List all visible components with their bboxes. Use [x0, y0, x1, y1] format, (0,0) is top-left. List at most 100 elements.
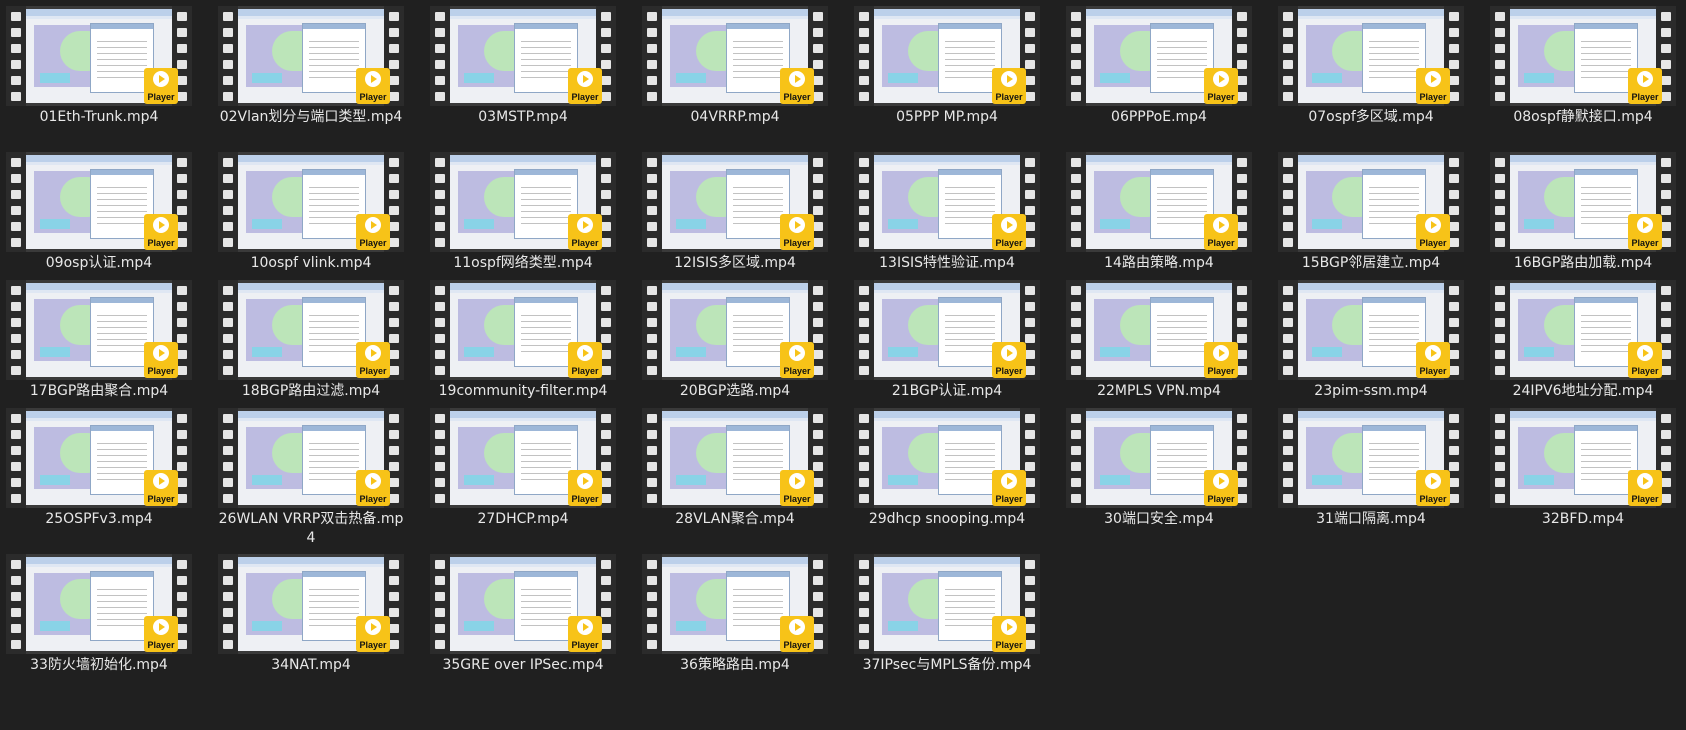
file-item[interactable]: Player 34NAT.mp4: [216, 554, 406, 675]
video-thumbnail[interactable]: Player: [218, 280, 404, 380]
video-thumbnail[interactable]: Player: [1490, 6, 1676, 106]
file-name[interactable]: 11ospf网络类型.mp4: [428, 254, 618, 273]
file-item[interactable]: Player 19community-filter.mp4: [428, 280, 618, 401]
file-name[interactable]: 01Eth-Trunk.mp4: [4, 108, 194, 127]
file-name[interactable]: 32BFD.mp4: [1488, 510, 1678, 529]
file-name[interactable]: 28VLAN聚合.mp4: [640, 510, 830, 529]
file-name[interactable]: 08ospf静默接口.mp4: [1488, 108, 1678, 127]
file-item[interactable]: Player 02Vlan划分与端口类型.mp4: [216, 6, 406, 127]
video-thumbnail[interactable]: Player: [1490, 152, 1676, 252]
file-name[interactable]: 25OSPFv3.mp4: [4, 510, 194, 529]
file-name[interactable]: 30端口安全.mp4: [1064, 510, 1254, 529]
video-thumbnail[interactable]: Player: [1066, 152, 1252, 252]
video-thumbnail[interactable]: Player: [1278, 152, 1464, 252]
file-item[interactable]: Player 33防火墙初始化.mp4: [4, 554, 194, 675]
video-thumbnail[interactable]: Player: [218, 152, 404, 252]
file-name[interactable]: 09osp认证.mp4: [4, 254, 194, 273]
file-item[interactable]: Player 17BGP路由聚合.mp4: [4, 280, 194, 401]
file-item[interactable]: Player 06PPPoE.mp4: [1064, 6, 1254, 127]
file-item[interactable]: Player 04VRRP.mp4: [640, 6, 830, 127]
file-item[interactable]: Player 24IPV6地址分配.mp4: [1488, 280, 1678, 401]
video-thumbnail[interactable]: Player: [6, 408, 192, 508]
video-thumbnail[interactable]: Player: [430, 152, 616, 252]
video-thumbnail[interactable]: Player: [430, 554, 616, 654]
file-name[interactable]: 14路由策略.mp4: [1064, 254, 1254, 273]
file-name[interactable]: 19community-filter.mp4: [428, 382, 618, 401]
video-thumbnail[interactable]: Player: [1066, 280, 1252, 380]
video-thumbnail[interactable]: Player: [1490, 408, 1676, 508]
file-item[interactable]: Player 18BGP路由过滤.mp4: [216, 280, 406, 401]
file-item[interactable]: Player 32BFD.mp4: [1488, 408, 1678, 529]
file-item[interactable]: Player 08ospf静默接口.mp4: [1488, 6, 1678, 127]
file-name[interactable]: 22MPLS VPN.mp4: [1064, 382, 1254, 401]
file-item[interactable]: Player 25OSPFv3.mp4: [4, 408, 194, 529]
video-thumbnail[interactable]: Player: [642, 152, 828, 252]
file-name[interactable]: 15BGP邻居建立.mp4: [1276, 254, 1466, 273]
file-item[interactable]: Player 03MSTP.mp4: [428, 6, 618, 127]
file-item[interactable]: Player 35GRE over IPSec.mp4: [428, 554, 618, 675]
file-name[interactable]: 36策略路由.mp4: [640, 656, 830, 675]
file-item[interactable]: Player 27DHCP.mp4: [428, 408, 618, 529]
file-name[interactable]: 03MSTP.mp4: [428, 108, 618, 127]
file-item[interactable]: Player 10ospf vlink.mp4: [216, 152, 406, 273]
video-thumbnail[interactable]: Player: [1066, 6, 1252, 106]
file-name[interactable]: 18BGP路由过滤.mp4: [216, 382, 406, 401]
file-item[interactable]: Player 21BGP认证.mp4: [852, 280, 1042, 401]
video-thumbnail[interactable]: Player: [1066, 408, 1252, 508]
file-item[interactable]: Player 01Eth-Trunk.mp4: [4, 6, 194, 127]
video-thumbnail[interactable]: Player: [642, 408, 828, 508]
video-thumbnail[interactable]: Player: [430, 280, 616, 380]
video-thumbnail[interactable]: Player: [1278, 280, 1464, 380]
file-name[interactable]: 23pim-ssm.mp4: [1276, 382, 1466, 401]
file-item[interactable]: Player 09osp认证.mp4: [4, 152, 194, 273]
file-name[interactable]: 29dhcp snooping.mp4: [852, 510, 1042, 529]
video-thumbnail[interactable]: Player: [1278, 6, 1464, 106]
video-thumbnail[interactable]: Player: [430, 6, 616, 106]
file-name[interactable]: 02Vlan划分与端口类型.mp4: [216, 108, 406, 127]
file-item[interactable]: Player 28VLAN聚合.mp4: [640, 408, 830, 529]
file-item[interactable]: Player 22MPLS VPN.mp4: [1064, 280, 1254, 401]
video-thumbnail[interactable]: Player: [6, 280, 192, 380]
file-name[interactable]: 16BGP路由加载.mp4: [1488, 254, 1678, 273]
file-item[interactable]: Player 26WLAN VRRP双击热备.mp4: [216, 408, 406, 548]
file-item[interactable]: Player 13ISIS特性验证.mp4: [852, 152, 1042, 273]
video-thumbnail[interactable]: Player: [642, 6, 828, 106]
file-item[interactable]: Player 07ospf多区域.mp4: [1276, 6, 1466, 127]
video-thumbnail[interactable]: Player: [854, 408, 1040, 508]
file-name[interactable]: 06PPPoE.mp4: [1064, 108, 1254, 127]
video-thumbnail[interactable]: Player: [6, 6, 192, 106]
video-thumbnail[interactable]: Player: [218, 6, 404, 106]
file-name[interactable]: 24IPV6地址分配.mp4: [1488, 382, 1678, 401]
file-name[interactable]: 31端口隔离.mp4: [1276, 510, 1466, 529]
file-name[interactable]: 12ISIS多区域.mp4: [640, 254, 830, 273]
file-item[interactable]: Player 36策略路由.mp4: [640, 554, 830, 675]
video-thumbnail[interactable]: Player: [854, 152, 1040, 252]
file-name[interactable]: 21BGP认证.mp4: [852, 382, 1042, 401]
video-thumbnail[interactable]: Player: [854, 6, 1040, 106]
file-item[interactable]: Player 29dhcp snooping.mp4: [852, 408, 1042, 529]
video-thumbnail[interactable]: Player: [854, 280, 1040, 380]
file-item[interactable]: Player 16BGP路由加载.mp4: [1488, 152, 1678, 273]
file-name[interactable]: 13ISIS特性验证.mp4: [852, 254, 1042, 273]
file-name[interactable]: 27DHCP.mp4: [428, 510, 618, 529]
file-name[interactable]: 37IPsec与MPLS备份.mp4: [852, 656, 1042, 675]
file-item[interactable]: Player 11ospf网络类型.mp4: [428, 152, 618, 273]
file-name[interactable]: 04VRRP.mp4: [640, 108, 830, 127]
video-thumbnail[interactable]: Player: [218, 554, 404, 654]
file-name[interactable]: 34NAT.mp4: [216, 656, 406, 675]
file-item[interactable]: Player 15BGP邻居建立.mp4: [1276, 152, 1466, 273]
file-item[interactable]: Player 30端口安全.mp4: [1064, 408, 1254, 529]
file-name[interactable]: 10ospf vlink.mp4: [216, 254, 406, 273]
video-thumbnail[interactable]: Player: [642, 554, 828, 654]
video-thumbnail[interactable]: Player: [1278, 408, 1464, 508]
file-name[interactable]: 35GRE over IPSec.mp4: [428, 656, 618, 675]
video-thumbnail[interactable]: Player: [6, 152, 192, 252]
file-name[interactable]: 17BGP路由聚合.mp4: [4, 382, 194, 401]
video-thumbnail[interactable]: Player: [854, 554, 1040, 654]
file-item[interactable]: Player 12ISIS多区域.mp4: [640, 152, 830, 273]
file-name[interactable]: 26WLAN VRRP双击热备.mp4: [216, 510, 406, 548]
video-thumbnail[interactable]: Player: [430, 408, 616, 508]
file-item[interactable]: Player 31端口隔离.mp4: [1276, 408, 1466, 529]
file-name[interactable]: 33防火墙初始化.mp4: [4, 656, 194, 675]
file-item[interactable]: Player 23pim-ssm.mp4: [1276, 280, 1466, 401]
